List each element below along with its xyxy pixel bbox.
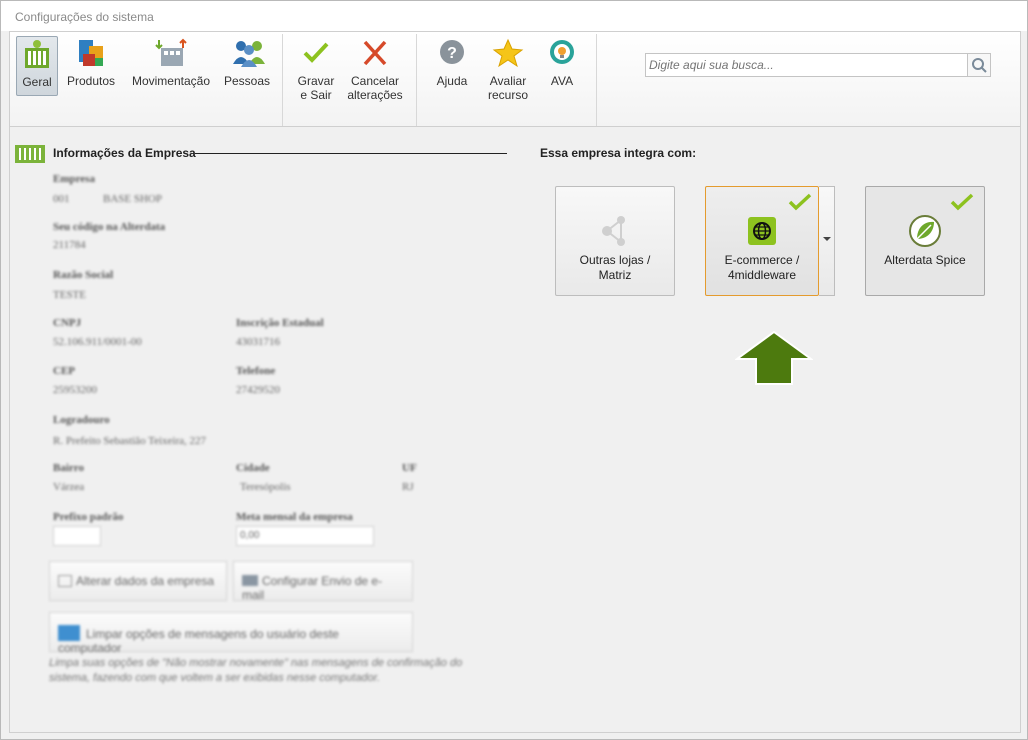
cep-value: 25953200: [53, 384, 97, 396]
meta-input[interactable]: 0,00: [236, 526, 374, 546]
ribbon-label-ava: AVA: [550, 74, 574, 88]
integration-card-ecommerce[interactable]: E-commerce / 4middleware: [705, 186, 819, 296]
uf-value: RJ: [402, 481, 414, 493]
edit-company-button[interactable]: Alterar dados da empresa: [49, 561, 227, 601]
configuracoes-window: Configurações do sistema Geral Produtos …: [0, 0, 1028, 740]
integration-card-label: E-commerce / 4middleware: [724, 253, 800, 282]
chevron-down-icon: [823, 237, 831, 241]
network-icon: [599, 215, 631, 247]
clear-messages-label: Limpar opções de mensagens do usuário de…: [58, 627, 339, 655]
window-title: Configurações do sistema: [15, 10, 154, 24]
company-section-title: Informações da Empresa: [53, 146, 196, 160]
ribbon-label-geral: Geral: [22, 75, 52, 89]
codigo-label: Seu código na Alterdata: [53, 221, 166, 233]
title-bar: Configurações do sistema: [1, 1, 1027, 31]
ribbon-label-avaliar: Avaliar recurso: [487, 74, 528, 102]
people-icon: [231, 38, 265, 68]
ava-button[interactable]: AVA: [542, 36, 582, 96]
ribbon-toolbar: Geral Produtos Movimentação Pessoas Grav…: [9, 31, 1021, 127]
integration-card-outras-lojas[interactable]: Outras lojas / Matriz: [555, 186, 675, 296]
search-icon: [972, 58, 987, 73]
ribbon-button-movimentacao[interactable]: Movimentação: [128, 36, 214, 96]
ribbon-label-produtos: Produtos: [66, 74, 116, 88]
clear-messages-button[interactable]: Limpar opções de mensagens do usuário de…: [49, 612, 413, 655]
cep-label: CEP: [53, 365, 75, 377]
integration-card-label: Alterdata Spice: [884, 253, 966, 267]
ribbon-label-pessoas: Pessoas: [223, 74, 271, 88]
prefixo-label: Prefixo padrão: [53, 511, 124, 523]
integration-title: Essa empresa integra com:: [540, 146, 697, 160]
telefone-value: 27429520: [236, 384, 280, 396]
bairro-label: Bairro: [53, 462, 84, 474]
ribbon-label-movimentacao: Movimentação: [131, 74, 211, 88]
empresa-label: Empresa: [53, 173, 95, 185]
empresa-name: BASE SHOP: [103, 193, 162, 205]
edit-company-label: Alterar dados da empresa: [76, 574, 215, 588]
ie-label: Inscrição Estadual: [236, 317, 324, 329]
save-and-exit-button[interactable]: Gravar e Sair: [294, 36, 338, 102]
ribbon-button-produtos[interactable]: Produtos: [62, 36, 120, 96]
ribbon-label-gravar: Gravar e Sair: [297, 74, 335, 102]
logradouro-value: R. Prefeito Sebastião Teixeira, 227: [53, 435, 206, 447]
spice-leaf-icon: [909, 215, 941, 247]
edit-icon: [58, 575, 72, 587]
razao-value: TESTE: [53, 289, 86, 301]
ribbon-label-ajuda: Ajuda: [436, 74, 468, 88]
search-button[interactable]: [967, 53, 991, 77]
svg-text:?: ?: [447, 45, 457, 62]
telefone-label: Telefone: [236, 365, 276, 377]
close-icon: [359, 38, 391, 68]
ribbon-button-geral[interactable]: Geral: [16, 36, 58, 96]
email-icon: [242, 575, 258, 586]
bairro-value: Várzea: [53, 481, 85, 493]
checkmark-icon: [950, 193, 974, 214]
up-arrow-icon: [733, 330, 815, 388]
cancel-changes-button[interactable]: Cancelar alterações: [344, 36, 406, 102]
help-button[interactable]: ? Ajuda: [430, 36, 474, 96]
ribbon-separator: [596, 34, 597, 126]
cidade-label: Cidade: [236, 462, 270, 474]
integration-card-alterdata-spice[interactable]: Alterdata Spice: [865, 186, 985, 296]
search-box: [645, 53, 991, 77]
section-divider: [195, 153, 507, 154]
checkmark-icon: [788, 193, 812, 214]
ie-value: 43031716: [236, 336, 280, 348]
rate-feature-button[interactable]: Avaliar recurso: [480, 36, 536, 102]
integration-card-label: Outras lojas / Matriz: [579, 253, 651, 282]
meta-label: Meta mensal da empresa: [236, 511, 353, 523]
configure-email-button[interactable]: Configurar Envio de e-mail: [233, 561, 413, 602]
ribbon-separator: [282, 34, 283, 126]
logradouro-label: Logradouro: [53, 414, 110, 426]
building-icon: [21, 39, 53, 69]
products-icon: [75, 38, 107, 68]
search-input[interactable]: [646, 54, 946, 76]
ecommerce-dropdown-button[interactable]: [819, 186, 835, 296]
prefixo-input[interactable]: [53, 526, 101, 546]
ribbon-label-cancelar: Cancelar alterações: [347, 74, 403, 102]
ribbon-separator: [416, 34, 417, 126]
movement-icon: [155, 38, 187, 68]
ava-icon: [546, 38, 578, 68]
company-icon: [15, 143, 45, 166]
cidade-value: Teresópolis: [240, 481, 291, 493]
ribbon-button-pessoas[interactable]: Pessoas: [222, 36, 272, 96]
cnpj-value: 52.106.911/0001-00: [53, 336, 142, 348]
messages-icon: [58, 625, 80, 641]
razao-label: Razão Social: [53, 269, 114, 281]
check-icon: [300, 38, 332, 68]
uf-label: UF: [402, 462, 417, 474]
clear-messages-note: Limpa suas opções de "Não mostrar novame…: [49, 657, 463, 684]
star-icon: [492, 38, 524, 68]
empresa-code: 001: [53, 193, 70, 205]
cnpj-label: CNPJ: [53, 317, 82, 329]
codigo-value: 211784: [53, 239, 86, 251]
help-icon: ?: [436, 38, 468, 68]
globe-icon: [746, 215, 778, 247]
configure-email-label: Configurar Envio de e-mail: [242, 574, 383, 602]
